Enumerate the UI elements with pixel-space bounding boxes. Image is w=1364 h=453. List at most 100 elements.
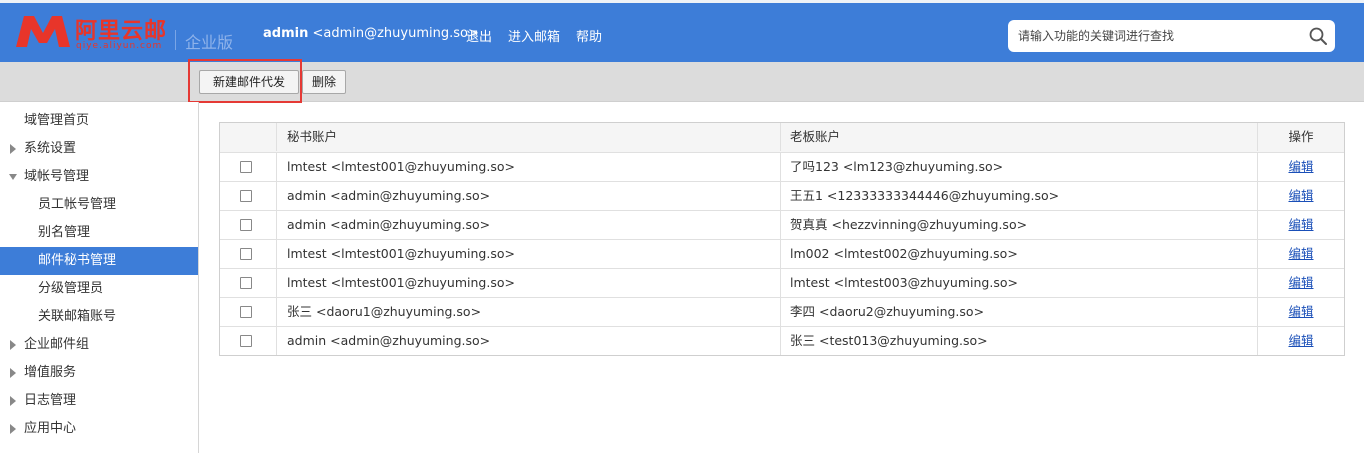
sidebar-item-label: 域帐号管理: [24, 169, 90, 184]
operation-cell: 编辑: [1258, 327, 1344, 355]
operation-cell: 编辑: [1258, 240, 1344, 268]
row-checkbox[interactable]: [240, 306, 252, 318]
row-checkbox-cell: [220, 269, 277, 297]
toolbar: 新建邮件代发 删除: [0, 62, 1364, 102]
edit-link[interactable]: 编辑: [1288, 217, 1313, 232]
sidebar-item-value-added[interactable]: 增值服务: [0, 359, 198, 387]
row-checkbox-cell: [220, 240, 277, 268]
edit-link[interactable]: 编辑: [1288, 159, 1313, 174]
boss-account: 贺真真 <hezzvinning@zhuyuming.so>: [781, 211, 1258, 239]
table-row: admin <admin@zhuyuming.so> 贺真真 <hezzvinni…: [220, 210, 1344, 239]
sidebar-item-label: 分级管理员: [38, 281, 104, 296]
sidebar-item-label: 域管理首页: [24, 113, 90, 128]
table-row: lmtest <lmtest001@zhuyuming.so> 了吗123 <lm…: [220, 152, 1344, 181]
table-body: lmtest <lmtest001@zhuyuming.so> 了吗123 <lm…: [220, 152, 1344, 355]
table-row: admin <admin@zhuyuming.so> 张三 <test013@zh…: [220, 326, 1344, 355]
header-divider: [175, 30, 176, 50]
delete-button[interactable]: 删除: [302, 70, 346, 94]
logo: 阿里云邮 qiye.aliyun.com: [14, 13, 184, 53]
logo-m-icon: [16, 16, 70, 47]
user-name: admin: [263, 26, 309, 41]
boss-account: 王五1 <12333333344446@zhuyuming.so>: [781, 182, 1258, 210]
logout-link[interactable]: 退出: [466, 26, 492, 45]
row-checkbox-cell: [220, 182, 277, 210]
row-checkbox[interactable]: [240, 161, 252, 173]
row-checkbox[interactable]: [240, 248, 252, 260]
row-checkbox[interactable]: [240, 335, 252, 347]
sidebar-item-linked-mailbox[interactable]: 关联邮箱账号: [0, 303, 198, 331]
sidebar-item-label: 邮件秘书管理: [38, 253, 117, 268]
table-row: admin <admin@zhuyuming.so> 王五1 <123333333…: [220, 181, 1344, 210]
row-checkbox-cell: [220, 153, 277, 181]
sidebar-item-alias[interactable]: 别名管理: [0, 219, 198, 247]
search-box: [1008, 20, 1335, 52]
secretary-account: lmtest <lmtest001@zhuyuming.so>: [277, 269, 781, 297]
boss-account: 了吗123 <lm123@zhuyuming.so>: [781, 153, 1258, 181]
edition-label: 企业版: [185, 33, 234, 52]
sidebar-item-label: 日志管理: [24, 393, 77, 408]
sidebar-item-domain-home[interactable]: 域管理首页: [0, 107, 198, 135]
sidebar-item-label: 应用中心: [24, 421, 77, 436]
sidebar-item-sub-admins[interactable]: 分级管理员: [0, 275, 198, 303]
row-checkbox[interactable]: [240, 190, 252, 202]
operation-cell: 编辑: [1258, 211, 1344, 239]
secretary-account: lmtest <lmtest001@zhuyuming.so>: [277, 240, 781, 268]
search-input[interactable]: [1018, 20, 1298, 52]
operation-cell: 编辑: [1258, 153, 1344, 181]
chevron-right-icon: [10, 368, 16, 378]
top-header: 阿里云邮 qiye.aliyun.com 企业版 admin <admin@zh…: [0, 3, 1364, 62]
enter-mailbox-link[interactable]: 进入邮箱: [508, 26, 560, 45]
user-email: <admin@zhuyuming.so>: [312, 26, 479, 41]
header-checkbox-cell: [220, 123, 277, 151]
edit-link[interactable]: 编辑: [1288, 246, 1313, 261]
table-row: lmtest <lmtest001@zhuyuming.so> lmtest <l…: [220, 268, 1344, 297]
sidebar-item-label: 系统设置: [24, 141, 77, 156]
sidebar-item-domain-accounts[interactable]: 域帐号管理: [0, 163, 198, 191]
sidebar-item-label: 别名管理: [38, 225, 91, 240]
row-checkbox[interactable]: [240, 219, 252, 231]
header-operation: 操作: [1288, 129, 1314, 144]
help-link[interactable]: 帮助: [576, 26, 602, 45]
edit-link[interactable]: 编辑: [1288, 333, 1313, 348]
chevron-down-icon: [9, 174, 17, 180]
boss-account: 张三 <test013@zhuyuming.so>: [781, 327, 1258, 355]
secretary-account: admin <admin@zhuyuming.so>: [277, 211, 781, 239]
new-mail-forward-button[interactable]: 新建邮件代发: [199, 70, 299, 94]
row-checkbox-cell: [220, 327, 277, 355]
sidebar-item-label: 关联邮箱账号: [38, 309, 117, 324]
boss-account: lmtest <lmtest003@zhuyuming.so>: [781, 269, 1258, 297]
chevron-right-icon: [10, 396, 16, 406]
boss-account: 李四 <daoru2@zhuyuming.so>: [781, 298, 1258, 326]
chevron-right-icon: [10, 144, 16, 154]
sidebar-item-employee-accounts[interactable]: 员工帐号管理: [0, 191, 198, 219]
operation-cell: 编辑: [1258, 298, 1344, 326]
secretary-table: 秘书账户 老板账户 操作 lmtest <lmtest001@zhuyuming…: [219, 122, 1345, 356]
edit-link[interactable]: 编辑: [1288, 275, 1313, 290]
sidebar-item-label: 企业邮件组: [24, 337, 90, 352]
sidebar-item-system-settings[interactable]: 系统设置: [0, 135, 198, 163]
current-user: admin <admin@zhuyuming.so>: [263, 26, 479, 41]
sidebar-item-logs[interactable]: 日志管理: [0, 387, 198, 415]
search-icon[interactable]: [1309, 27, 1327, 45]
row-checkbox[interactable]: [240, 277, 252, 289]
table-header-row: 秘书账户 老板账户 操作: [220, 123, 1344, 152]
secretary-account: lmtest <lmtest001@zhuyuming.so>: [277, 153, 781, 181]
sidebar-item-app-center[interactable]: 应用中心: [0, 415, 198, 443]
logo-domain: qiye.aliyun.com: [76, 41, 163, 51]
operation-cell: 编辑: [1258, 269, 1344, 297]
secretary-account: admin <admin@zhuyuming.so>: [277, 182, 781, 210]
operation-cell: 编辑: [1258, 182, 1344, 210]
sidebar-item-label: 增值服务: [24, 365, 77, 380]
sidebar-item-label: 员工帐号管理: [38, 197, 117, 212]
chevron-right-icon: [10, 424, 16, 434]
edit-link[interactable]: 编辑: [1288, 304, 1313, 319]
header-secretary: 秘书账户: [277, 123, 781, 151]
header-boss: 老板账户: [781, 123, 1258, 151]
table-row: 张三 <daoru1@zhuyuming.so> 李四 <daoru2@zhuyu…: [220, 297, 1344, 326]
secretary-account: admin <admin@zhuyuming.so>: [277, 327, 781, 355]
sidebar: 域管理首页 系统设置 域帐号管理 员工帐号管理 别名管理 邮件秘书管理 分级管理…: [0, 102, 199, 453]
sidebar-item-mail-secretary[interactable]: 邮件秘书管理: [0, 247, 198, 275]
row-checkbox-cell: [220, 298, 277, 326]
edit-link[interactable]: 编辑: [1288, 188, 1313, 203]
sidebar-item-mail-groups[interactable]: 企业邮件组: [0, 331, 198, 359]
